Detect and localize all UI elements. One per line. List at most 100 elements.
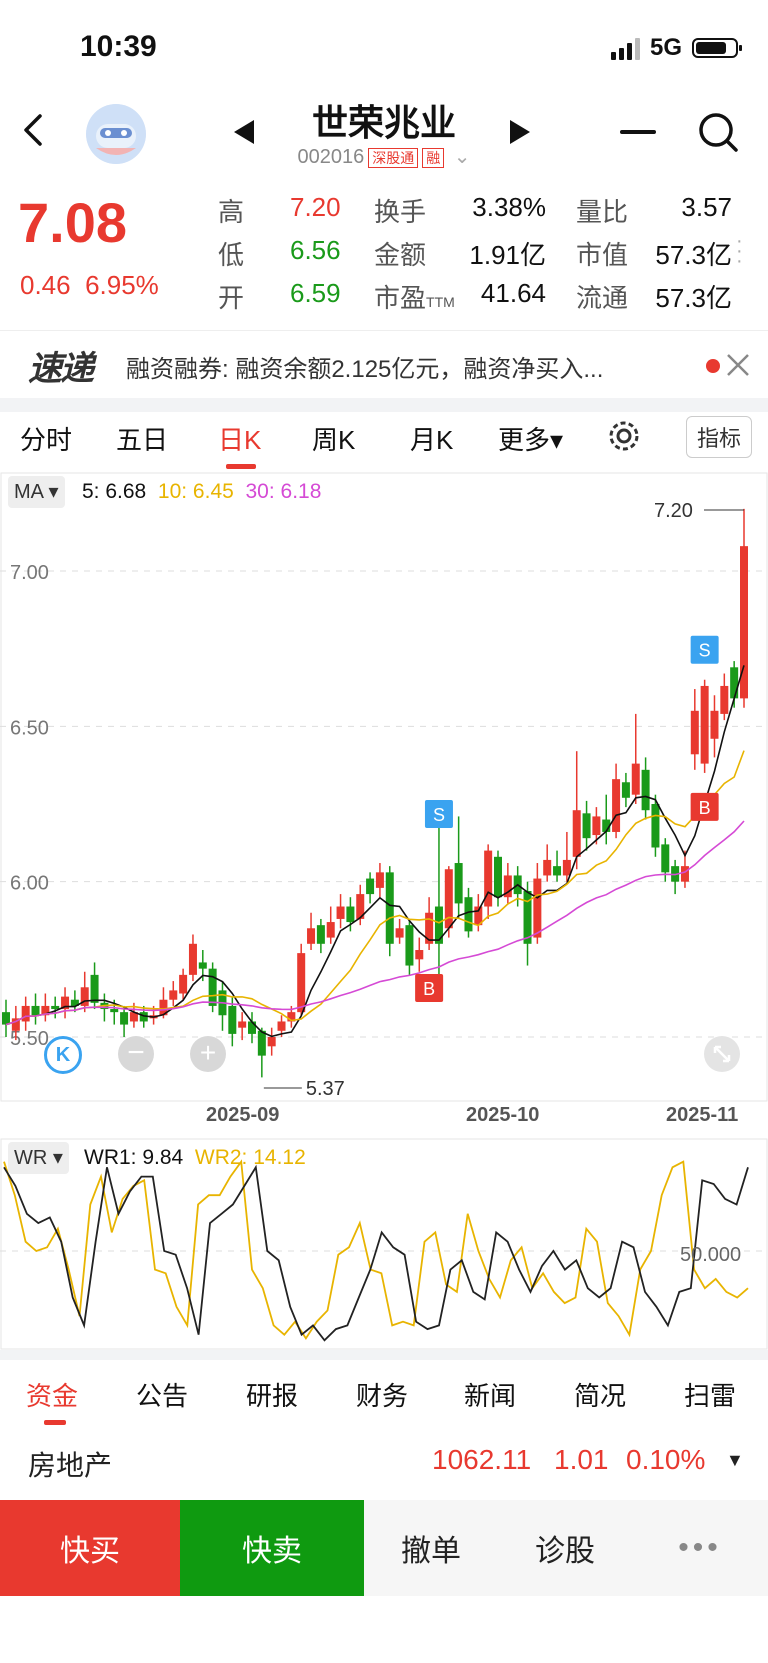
mcap-label: 市值	[576, 240, 629, 270]
candle-body	[710, 710, 719, 739]
more-vertical-icon[interactable]: · · ·	[736, 231, 743, 271]
status-time: 10:39	[80, 30, 157, 63]
candle-body	[582, 813, 591, 839]
period-tabs: 分时 五日 日K 周K 月K 更多▾ 指标	[0, 416, 768, 476]
fullscreen-icon[interactable]	[704, 1036, 740, 1072]
caret-down-icon: ▼	[726, 1450, 744, 1470]
wr1-line	[3, 1164, 749, 1342]
open-label: 开	[218, 283, 245, 313]
pe-value: 41.64	[480, 278, 546, 308]
candle-body	[720, 685, 729, 714]
x-tick-nov: 2025-11	[666, 1104, 739, 1126]
vol-ratio-label: 量比	[576, 197, 629, 227]
ma5-line	[5, 665, 745, 1038]
indicator-button[interactable]: 指标	[686, 416, 753, 458]
candle-body	[730, 667, 739, 699]
tab-announcements[interactable]: 公告	[136, 1376, 188, 1413]
tab-weekly-k[interactable]: 周K	[312, 420, 355, 457]
x-tick-oct: 2025-10	[466, 1104, 540, 1126]
diagnose-button[interactable]: 诊股	[498, 1500, 633, 1596]
search-icon[interactable]	[698, 112, 740, 159]
y-tick-label: 7.00	[10, 562, 49, 584]
cancel-order-button[interactable]: 撤单	[364, 1500, 499, 1596]
sector-row[interactable]: 房地产 1062.11 1.01 0.10% ▼	[0, 1436, 768, 1492]
candlestick-chart[interactable]: 7.006.506.005.507.205.37SBSB	[0, 472, 768, 1102]
candle-body	[31, 1005, 40, 1016]
ma-selector[interactable]: MA ▾	[8, 476, 65, 508]
quote-mcap: 市值 57.3亿	[576, 235, 732, 272]
pe-label: 市盈	[374, 283, 427, 313]
wr-level-label: 50.000	[680, 1244, 742, 1266]
candle-body	[572, 810, 581, 857]
wr-selector[interactable]: WR ▾	[8, 1142, 69, 1174]
sector-pct: 0.10%	[626, 1444, 706, 1475]
tab-monthly-k[interactable]: 月K	[410, 420, 453, 457]
candle-body	[454, 863, 463, 904]
candle-body	[700, 685, 709, 764]
candle-body	[316, 925, 325, 944]
low-label: 低	[218, 240, 245, 270]
gear-icon[interactable]	[606, 418, 642, 461]
candle-body	[238, 1021, 247, 1028]
tab-funds[interactable]: 资金	[26, 1376, 78, 1413]
candle-body	[188, 943, 197, 975]
zoom-out-button[interactable]: −	[118, 1036, 154, 1072]
candle-body	[464, 897, 473, 932]
tag-margin: 融	[422, 147, 445, 168]
ma10-legend: 10: 6.45	[157, 480, 234, 503]
tab-risk-scan[interactable]: 扫雷	[684, 1376, 736, 1413]
candle-body	[543, 859, 552, 876]
candle-body	[179, 974, 188, 994]
more-actions-button[interactable]: •••	[632, 1500, 768, 1596]
banner-text: 融资融券: 融资余额2.125亿元，融资净买入...	[126, 356, 604, 383]
quote-high: 高 7.20	[218, 192, 341, 229]
tab-five-day[interactable]: 五日	[116, 420, 168, 457]
close-icon[interactable]	[724, 351, 752, 384]
candle-body	[346, 906, 355, 923]
candle-body	[120, 1012, 129, 1025]
zoom-in-button[interactable]: +	[190, 1036, 226, 1072]
change-value: 0.46	[20, 270, 71, 300]
sector-name: 房地产	[28, 1450, 113, 1481]
candle-body	[326, 922, 335, 938]
candle-body	[336, 906, 345, 919]
candle-body	[248, 1021, 256, 1034]
candle-body	[366, 878, 375, 895]
tab-news[interactable]: 新闻	[464, 1376, 516, 1413]
quick-buy-button[interactable]: 快买	[0, 1500, 180, 1596]
divider	[0, 1350, 768, 1360]
tab-finance[interactable]: 财务	[356, 1376, 408, 1413]
candle-body	[680, 866, 689, 882]
tab-profile[interactable]: 简况	[574, 1376, 626, 1413]
candle-body	[690, 710, 699, 755]
quick-sell-button[interactable]: 快卖	[180, 1500, 364, 1596]
stock-code-row[interactable]: 002016 深股通融 ⌄	[0, 144, 768, 169]
sector-change: 1.01	[554, 1444, 609, 1475]
candle-body	[434, 906, 443, 944]
quote-pe: 市盈TTM 41.64	[374, 278, 546, 315]
candle-body	[415, 950, 424, 960]
minimize-icon[interactable]	[620, 130, 656, 134]
candle-body	[297, 953, 306, 1013]
vol-ratio-value: 3.57	[681, 192, 732, 222]
k-switch-button[interactable]: K	[44, 1036, 82, 1074]
tab-daily-k[interactable]: 日K	[218, 420, 261, 457]
ma5-legend: 5: 6.68	[82, 480, 147, 503]
divider	[0, 398, 768, 412]
open-value: 6.59	[290, 278, 341, 308]
candle-body	[405, 925, 414, 966]
signal-label: S	[699, 641, 711, 661]
turnover-value: 3.38%	[472, 192, 546, 222]
stock-code: 002016	[297, 146, 365, 168]
unread-dot-icon	[706, 359, 720, 373]
banner-logo: 速递	[28, 350, 94, 388]
tab-research[interactable]: 研报	[246, 1376, 298, 1413]
tab-more[interactable]: 更多▾	[498, 420, 563, 457]
signal-label: S	[433, 805, 445, 825]
chart-frame	[0, 472, 768, 1102]
news-banner[interactable]: 速递 融资融券: 融资余额2.125亿元，融资净买入...	[0, 330, 768, 399]
candle-body	[198, 962, 207, 969]
x-tick-sep: 2025-09	[206, 1104, 280, 1126]
tab-intraday[interactable]: 分时	[20, 420, 72, 457]
quote-vol-ratio: 量比 3.57	[576, 192, 732, 229]
